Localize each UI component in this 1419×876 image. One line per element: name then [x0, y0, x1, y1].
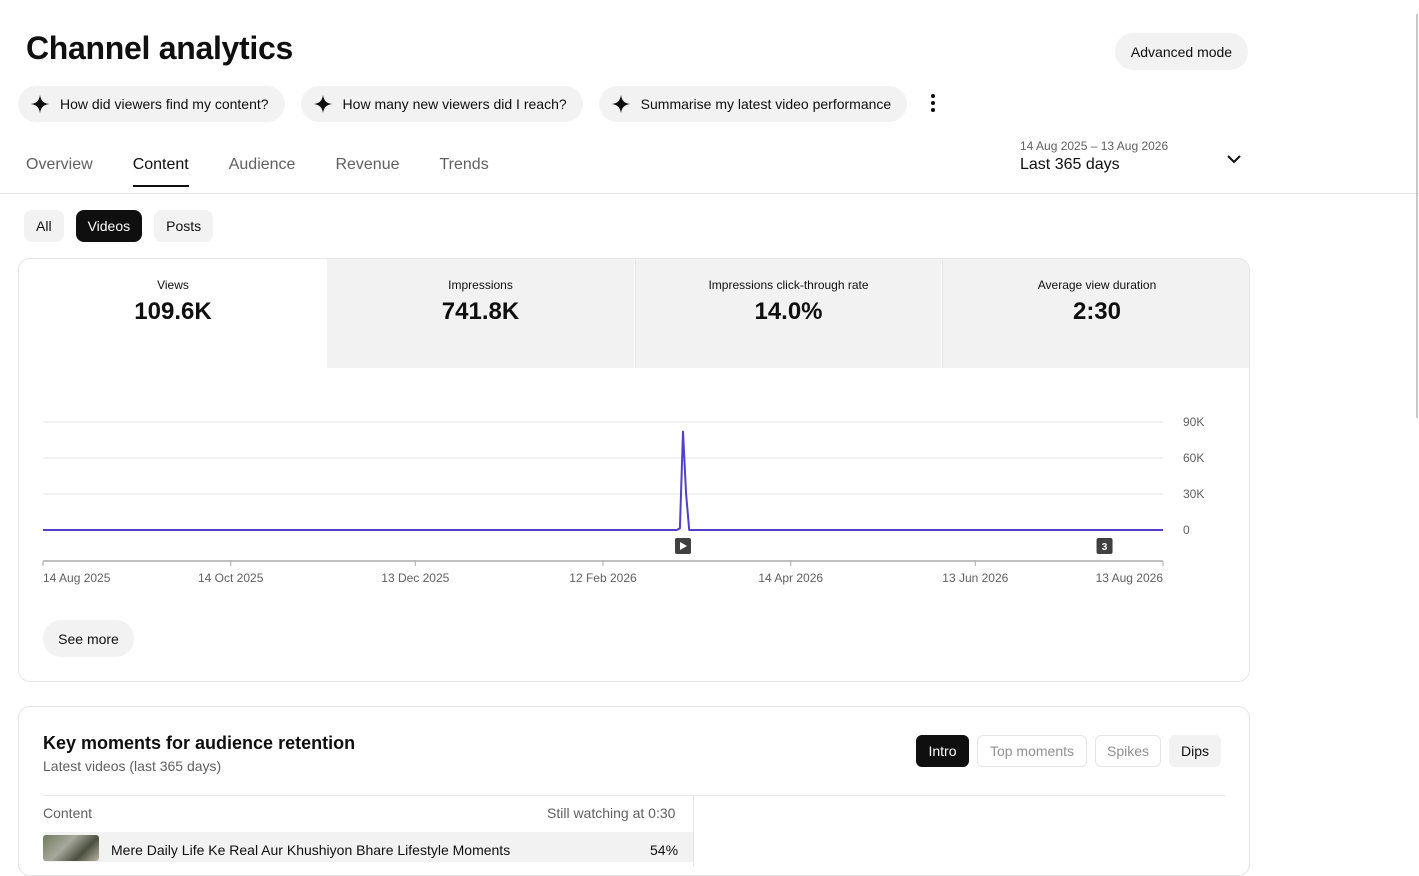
analytics-tabs: Overview Content Audience Revenue Trends [26, 156, 489, 187]
sparkle-icon [611, 94, 630, 114]
segment-dips[interactable]: Dips [1169, 735, 1221, 767]
column-header-content: Content [43, 805, 93, 821]
page-title: Channel analytics [26, 30, 293, 66]
suggestion-chips: How did viewers find my content? How man… [18, 86, 908, 122]
y-tick-label: 30K [1183, 487, 1204, 501]
date-range-label[interactable]: Last 365 days [1020, 156, 1120, 174]
metric-avg-duration[interactable]: Average view duration 2:30 [942, 259, 1249, 368]
x-tick-label: 14 Aug 2025 [43, 571, 111, 585]
suggestion-chip-label: Summarise my latest video performance [640, 96, 892, 112]
segment-top-moments[interactable]: Top moments [977, 735, 1087, 767]
x-tick-label: 14 Oct 2025 [198, 571, 264, 585]
y-tick-label: 0 [1183, 523, 1190, 537]
segment-spikes[interactable]: Spikes [1095, 735, 1161, 767]
key-moments-subtitle: Latest videos (last 365 days) [43, 758, 222, 774]
segment-intro[interactable]: Intro [916, 735, 969, 767]
metric-impressions[interactable]: Impressions 741.8K [327, 259, 634, 368]
content-type-filters: All Videos Posts [24, 210, 214, 242]
sparkle-icon [30, 94, 50, 114]
tab-audience[interactable]: Audience [229, 156, 296, 187]
video-marker-icon[interactable] [675, 538, 691, 554]
tab-overview[interactable]: Overview [26, 156, 93, 187]
metric-value: 2:30 [1072, 298, 1122, 325]
video-thumbnail[interactable] [43, 835, 99, 861]
tab-revenue[interactable]: Revenue [335, 156, 399, 187]
metric-ctr[interactable]: Impressions click-through rate 14.0% [635, 259, 941, 368]
views-series-line [43, 430, 1163, 531]
filter-videos[interactable]: Videos [75, 210, 143, 242]
video-title[interactable]: Mere Daily Life Ke Real Aur Khushiyon Bh… [111, 842, 510, 858]
page-scrollbar[interactable] [1416, 14, 1418, 418]
tab-trends[interactable]: Trends [440, 156, 489, 187]
see-more-button[interactable]: See more [43, 620, 134, 657]
views-line-chart[interactable]: 0 30K 60K 90K 14 Aug 2025 14 Oct 2025 13 Dec 2… [0, 400, 1250, 600]
marker-count-label: 3 [1102, 542, 1108, 553]
sparkle-icon [313, 94, 332, 114]
suggestion-chip-summarise[interactable]: Summarise my latest video performance [598, 86, 908, 122]
filter-all[interactable]: All [24, 210, 64, 242]
metric-views[interactable]: Views 109.6K [19, 259, 327, 368]
x-tick-label: 13 Aug 2026 [1096, 571, 1164, 585]
key-moments-column-divider [693, 796, 694, 866]
suggestion-chip-label: How did viewers find my content? [60, 96, 269, 112]
suggestion-chip-find-content[interactable]: How did viewers find my content? [18, 86, 285, 122]
column-header-still-watching: Still watching at 0:30 [547, 805, 676, 821]
tabs-divider [0, 193, 1419, 194]
metric-label: Impressions [448, 278, 513, 292]
metric-label: Average view duration [1037, 278, 1157, 292]
suggestion-chip-new-viewers[interactable]: How many new viewers did I reach? [300, 86, 583, 122]
y-tick-label: 60K [1183, 451, 1204, 465]
advanced-mode-button[interactable]: Advanced mode [1115, 33, 1248, 70]
filter-posts[interactable]: Posts [154, 210, 214, 242]
metric-label: Views [157, 278, 189, 292]
y-tick-label: 90K [1183, 415, 1204, 429]
metric-value: 741.8K [441, 298, 520, 325]
still-watching-value: 54% [650, 842, 679, 858]
key-moments-title: Key moments for audience retention [43, 733, 356, 753]
metric-label: Impressions click-through rate [708, 278, 869, 292]
suggestion-chip-label: How many new viewers did I reach? [342, 96, 567, 112]
x-tick-label: 14 Apr 2026 [758, 571, 823, 585]
count-marker[interactable]: 3 [1096, 538, 1113, 554]
metric-value: 14.0% [754, 298, 823, 325]
key-moments-divider [43, 795, 1225, 796]
metric-value: 109.6K [134, 298, 212, 325]
chevron-down-icon[interactable] [1226, 151, 1242, 167]
date-range-dates[interactable]: 14 Aug 2025 – 13 Aug 2026 [1020, 139, 1168, 153]
more-options-icon[interactable] [924, 92, 942, 114]
x-tick-label: 13 Dec 2025 [381, 571, 449, 585]
x-tick-label: 12 Feb 2026 [569, 571, 637, 585]
tab-content[interactable]: Content [132, 156, 189, 187]
x-tick-label: 13 Jun 2026 [942, 571, 1008, 585]
